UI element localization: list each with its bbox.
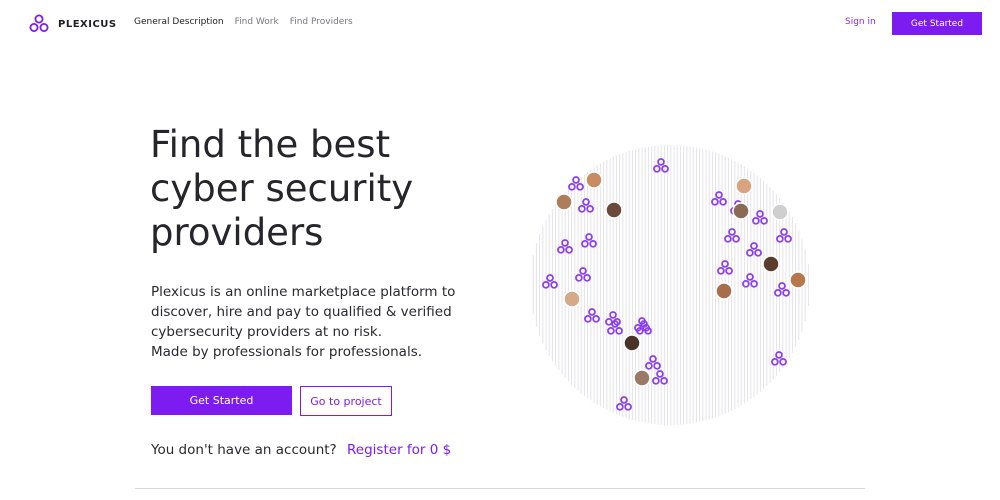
headline-line-3: providers xyxy=(150,211,324,254)
main-nav: General Description Find Work Find Provi… xyxy=(134,17,353,27)
account-prompt-row: You don't have an account? Register for … xyxy=(151,442,451,458)
user-avatar-icon xyxy=(771,203,789,221)
hero-get-started-button[interactable]: Get Started xyxy=(151,386,292,415)
plexicus-marker-icon xyxy=(771,351,787,366)
headline-line-1: Find the best xyxy=(150,123,391,166)
go-to-project-button[interactable]: Go to project xyxy=(300,386,392,416)
user-avatar-icon xyxy=(789,271,807,289)
user-avatar-icon xyxy=(732,202,750,220)
description-line-2: discover, hire and pay to qualified & ve… xyxy=(151,304,452,320)
section-divider xyxy=(135,488,865,489)
description-line-1: Plexicus is an online marketplace platfo… xyxy=(151,284,456,300)
plexicus-logo-icon xyxy=(29,14,49,32)
user-avatar-icon xyxy=(623,334,641,352)
description-line-3: cybersecurity providers at no risk. xyxy=(151,324,383,340)
header-get-started-button[interactable]: Get Started xyxy=(892,12,982,35)
plexicus-marker-icon xyxy=(542,274,558,289)
user-avatar-icon xyxy=(563,290,581,308)
plexicus-marker-icon xyxy=(774,282,790,297)
nav-find-work[interactable]: Find Work xyxy=(235,17,279,27)
user-avatar-icon xyxy=(715,282,733,300)
user-avatar-icon xyxy=(605,201,623,219)
register-link[interactable]: Register for 0 $ xyxy=(347,442,451,458)
sign-in-link[interactable]: Sign in xyxy=(845,17,876,27)
nav-find-providers[interactable]: Find Providers xyxy=(290,17,353,27)
user-avatar-icon xyxy=(735,177,753,195)
user-avatar-icon xyxy=(585,171,603,189)
nav-general-description[interactable]: General Description xyxy=(134,17,224,27)
description-line-4: Made by professionals for professionals. xyxy=(151,344,423,360)
hero-description: Plexicus is an online marketplace platfo… xyxy=(151,282,481,362)
headline-line-2: cyber security xyxy=(150,167,414,210)
brand-logo[interactable]: PLEXICUS xyxy=(28,13,117,35)
brand-name: PLEXICUS xyxy=(58,18,117,30)
top-navigation-bar: PLEXICUS General Description Find Work F… xyxy=(0,0,1000,48)
user-avatar-icon xyxy=(555,193,573,211)
user-avatar-icon xyxy=(762,255,780,273)
globe-network-icon xyxy=(532,145,809,425)
hero-headline: Find the best cyber security providers xyxy=(150,123,510,255)
account-prompt-text: You don't have an account? xyxy=(151,442,337,458)
user-avatar-icon xyxy=(633,369,651,387)
plexicus-marker-icon xyxy=(742,273,758,288)
globe-illustration xyxy=(520,140,820,430)
